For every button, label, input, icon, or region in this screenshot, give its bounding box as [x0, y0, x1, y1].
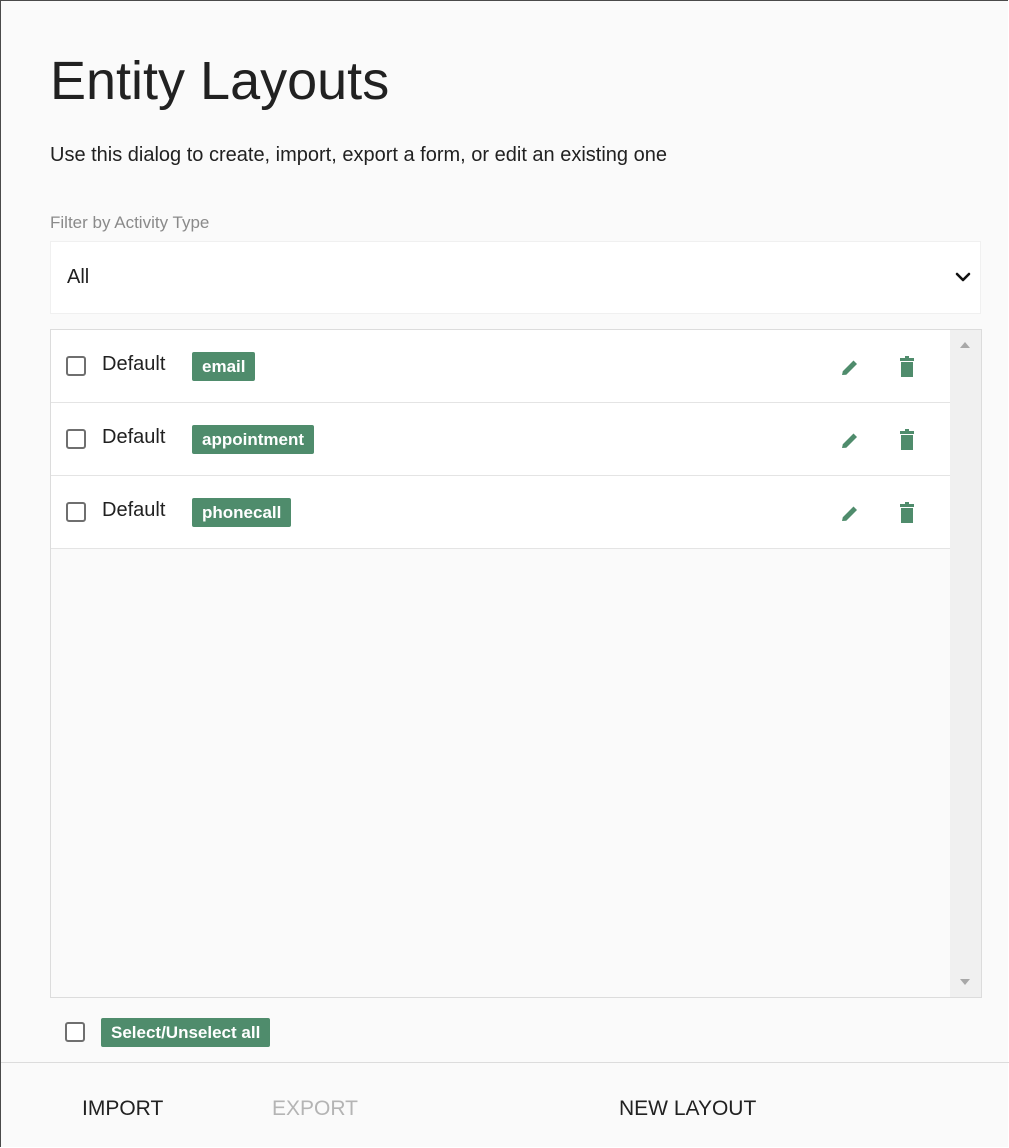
layouts-list-rows: Default email Default appointment Defaul… [51, 330, 951, 549]
layout-name: Default [102, 499, 166, 521]
trash-icon[interactable] [896, 501, 918, 525]
activity-type-badge: email [192, 352, 256, 381]
scroll-up-arrow-icon[interactable] [959, 340, 971, 350]
scroll-down-arrow-icon[interactable] [959, 977, 971, 987]
footer-divider [1, 1062, 1009, 1063]
trash-icon[interactable] [896, 428, 918, 452]
layout-name: Default [102, 353, 166, 375]
list-scrollbar[interactable] [950, 330, 981, 997]
export-button[interactable]: EXPORT [272, 1095, 358, 1123]
layouts-list[interactable]: Default email Default appointment Defaul… [50, 329, 982, 998]
entity-layouts-dialog: Entity Layouts Use this dialog to create… [0, 0, 1009, 1147]
row-checkbox[interactable] [66, 429, 86, 449]
row-checkbox[interactable] [66, 356, 86, 376]
dialog-subtitle: Use this dialog to create, import, expor… [50, 144, 667, 166]
list-item: Default phonecall [51, 476, 951, 549]
pencil-icon[interactable] [838, 502, 862, 524]
select-all-label[interactable]: Select/Unselect all [101, 1018, 271, 1047]
activity-type-select[interactable]: All [50, 241, 981, 314]
pencil-icon[interactable] [838, 356, 862, 378]
import-button[interactable]: IMPORT [82, 1095, 163, 1123]
row-checkbox[interactable] [66, 502, 86, 522]
dialog-title: Entity Layouts [50, 51, 390, 111]
new-layout-button[interactable]: NEW LAYOUT [619, 1095, 756, 1123]
pencil-icon[interactable] [838, 429, 862, 451]
activity-type-badge: appointment [192, 425, 314, 454]
select-all-checkbox[interactable] [65, 1022, 85, 1042]
filter-label: Filter by Activity Type [50, 213, 210, 232]
chevron-down-icon [955, 272, 971, 282]
list-item: Default appointment [51, 403, 951, 476]
list-item: Default email [51, 330, 951, 403]
trash-icon[interactable] [896, 355, 918, 379]
activity-type-select-value: All [67, 266, 90, 288]
layout-name: Default [102, 426, 166, 448]
activity-type-badge: phonecall [192, 498, 292, 527]
